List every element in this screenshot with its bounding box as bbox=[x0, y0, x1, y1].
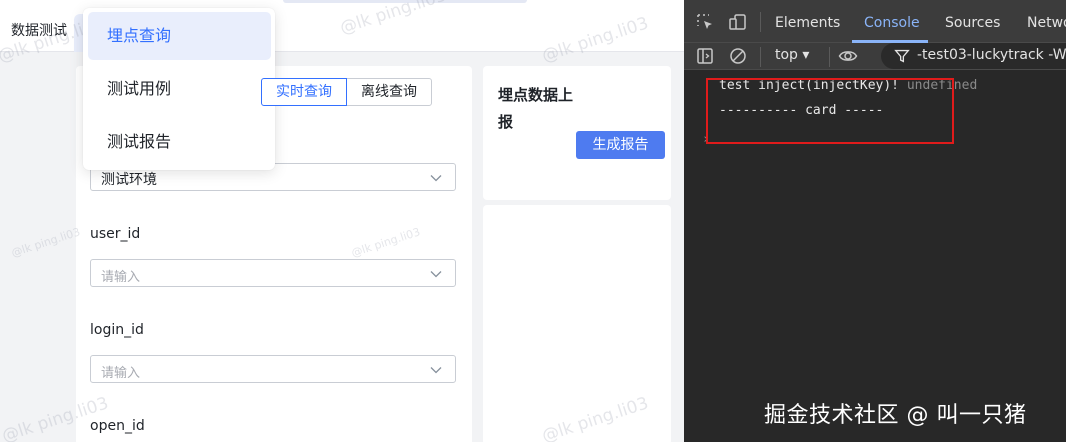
tab-console[interactable]: Console bbox=[864, 15, 920, 31]
env-select-value: 测试环境 bbox=[101, 172, 157, 188]
watermark: @lk ping.li03 bbox=[9, 225, 82, 260]
chevron-down-icon bbox=[430, 175, 442, 182]
header-strip bbox=[283, 0, 527, 3]
user-id-placeholder: 请输入 bbox=[101, 270, 141, 285]
chevron-down-icon bbox=[430, 271, 442, 278]
clear-console-icon[interactable] bbox=[728, 46, 748, 66]
login-id-input[interactable]: 请输入 bbox=[90, 355, 456, 383]
user-id-input[interactable]: 请输入 bbox=[90, 259, 456, 287]
app-title: 数据测试 bbox=[11, 23, 67, 39]
tab-network[interactable]: Netwo bbox=[1027, 15, 1066, 31]
toolbar-divider bbox=[829, 47, 830, 67]
menu-item-test-reports[interactable]: 测试报告 bbox=[88, 118, 271, 166]
generate-report-button[interactable]: 生成报告 bbox=[576, 131, 665, 159]
login-id-label: login_id bbox=[90, 322, 144, 338]
menu-item-tracking-query[interactable]: 埋点查询 bbox=[88, 12, 271, 60]
open-id-label: open_id bbox=[90, 418, 145, 434]
console-prompt[interactable]: › bbox=[702, 132, 710, 147]
user-id-label: user_id bbox=[90, 226, 141, 242]
nav-dropdown-menu: 埋点查询 测试用例 测试报告 bbox=[83, 8, 275, 170]
console-log-text: test inject(injectKey)! bbox=[719, 78, 900, 93]
login-id-placeholder: 请输入 bbox=[101, 366, 141, 381]
sidebar-toggle-icon[interactable] bbox=[695, 46, 715, 66]
device-toolbar-icon[interactable] bbox=[728, 12, 748, 32]
toolbar-divider bbox=[760, 12, 761, 32]
query-mode-switch: 实时查询 离线查询 bbox=[261, 78, 432, 106]
eye-icon[interactable] bbox=[838, 46, 858, 66]
devtools-panel: Elements Console Sources Netwo top ▾ -te… bbox=[684, 0, 1066, 442]
context-selector[interactable]: top ▾ bbox=[775, 47, 809, 63]
realtime-query-button[interactable]: 实时查询 bbox=[261, 78, 347, 106]
console-log-text: ---------- card ----- bbox=[719, 103, 884, 118]
menu-item-test-cases[interactable]: 测试用例 bbox=[88, 65, 271, 113]
console-toolbar: top ▾ -test03-luckytrack -W bbox=[684, 43, 1066, 70]
inspect-element-icon[interactable] bbox=[695, 12, 715, 32]
filter-icon bbox=[894, 49, 910, 63]
report-card-title: 埋点数据上报 bbox=[498, 86, 574, 131]
devtools-tab-bar: Elements Console Sources Netwo bbox=[684, 0, 1066, 43]
toolbar-divider bbox=[760, 47, 761, 67]
console-log-line: test inject(injectKey)! undefined bbox=[719, 78, 977, 93]
console-filter-input[interactable]: -test03-luckytrack -W bbox=[881, 43, 1066, 69]
report-card: 埋点数据上报 生成报告 bbox=[483, 66, 671, 200]
credit-watermark: 掘金技术社区 @ 叫一只猪 bbox=[764, 403, 1027, 428]
tab-sources[interactable]: Sources bbox=[945, 15, 1000, 31]
offline-query-button[interactable]: 离线查询 bbox=[346, 78, 432, 106]
console-log-line: ---------- card ----- bbox=[719, 103, 883, 118]
tab-elements[interactable]: Elements bbox=[775, 15, 840, 31]
secondary-card bbox=[483, 205, 671, 442]
console-log-suffix: undefined bbox=[906, 78, 978, 93]
app-window: 数据测试 实时查询 离线查询 测试环境 user_id 请输入 login_id… bbox=[0, 0, 684, 442]
console-filter-text: -test03-luckytrack -W bbox=[917, 47, 1066, 63]
chevron-down-icon bbox=[430, 367, 442, 374]
